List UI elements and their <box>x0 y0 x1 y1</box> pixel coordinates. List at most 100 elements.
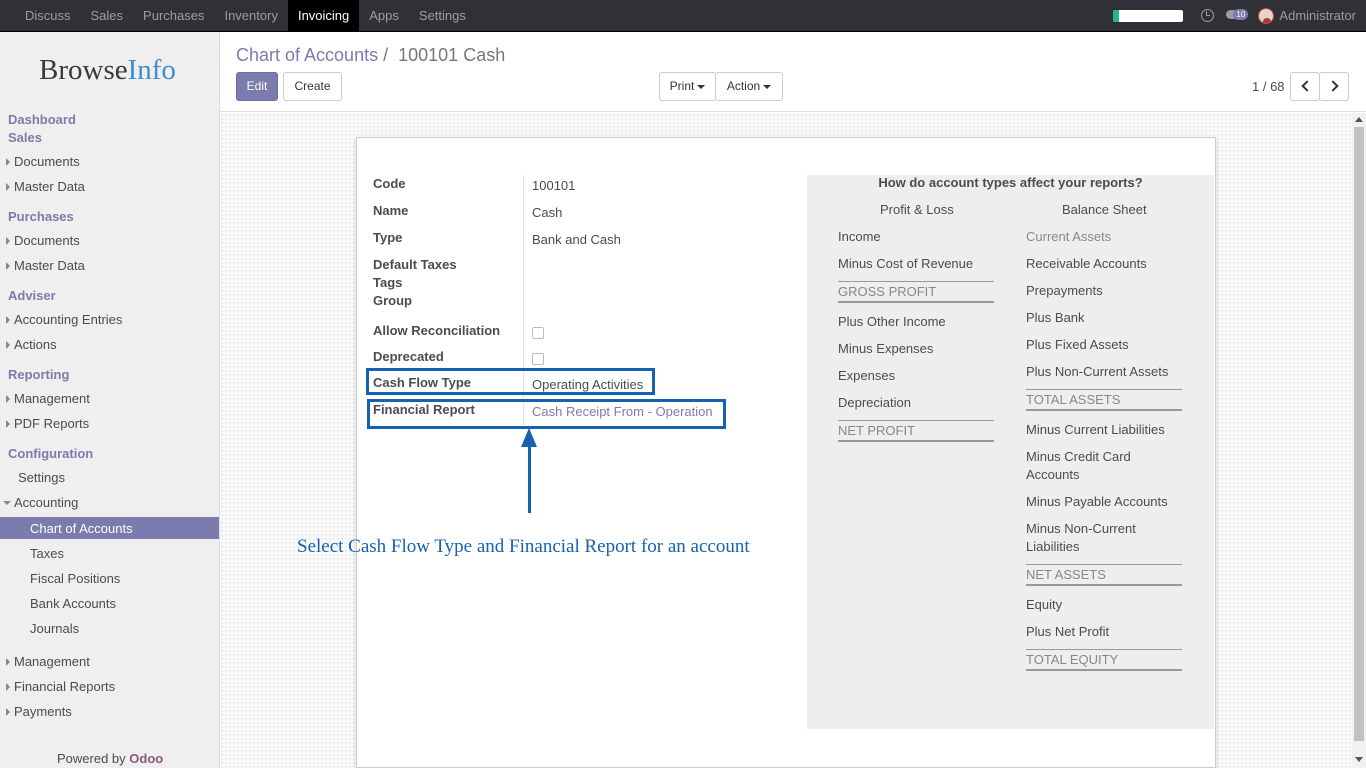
bs-total: TOTAL ASSETS <box>1026 389 1182 411</box>
breadcrumb-parent[interactable]: Chart of Accounts <box>236 45 378 65</box>
top-navbar: Discuss Sales Purchases Inventory Invoic… <box>0 0 1366 32</box>
deprecated-label: Deprecated <box>373 349 444 364</box>
bs-item: Plus Non-Current Assets <box>1026 364 1169 379</box>
user-avatar[interactable] <box>1258 7 1275 24</box>
scroll-down-icon[interactable] <box>1355 757 1363 762</box>
breadcrumb-current: 100101 Cash <box>398 45 506 65</box>
bs-item: Plus Fixed Assets <box>1026 337 1129 352</box>
sidebar-journals[interactable]: Journals <box>30 621 79 636</box>
bs-item: Minus Non-Current <box>1026 521 1136 536</box>
bs-item: Minus Credit Card <box>1026 449 1131 464</box>
tags-label: Tags <box>373 275 403 290</box>
bs-item: Minus Payable Accounts <box>1026 494 1168 509</box>
menu-discuss[interactable]: Discuss <box>15 0 81 31</box>
sidebar-sales-master-data[interactable]: Master Data <box>6 179 85 194</box>
pager-previous-button[interactable] <box>1290 72 1320 101</box>
bs-item: Current Assets <box>1026 229 1112 244</box>
action-dropdown[interactable]: Action <box>715 72 783 101</box>
menu-sales[interactable]: Sales <box>81 0 134 31</box>
onboarding-progress-bar[interactable] <box>1113 9 1184 22</box>
sidebar-taxes[interactable]: Taxes <box>30 546 64 561</box>
sidebar-reporting-management[interactable]: Management <box>6 391 90 406</box>
menu-purchases[interactable]: Purchases <box>133 0 214 31</box>
vertical-scrollbar[interactable] <box>1352 113 1366 768</box>
breadcrumb: Chart of Accounts / 100101 Cash <box>236 45 505 66</box>
sidebar-section-configuration: Configuration <box>8 446 94 461</box>
chat-messages-icon[interactable]: 10 <box>1226 8 1249 23</box>
allow-reconciliation-label: Allow Reconciliation <box>373 323 501 338</box>
profit-loss-header: Profit & Loss <box>880 202 954 217</box>
print-dropdown[interactable]: Print <box>659 72 716 101</box>
scrollbar-thumb[interactable] <box>1354 127 1364 741</box>
sidebar-section-reporting: Reporting <box>8 367 70 382</box>
sidebar-chart-of-accounts[interactable]: Chart of Accounts <box>0 517 219 539</box>
create-button[interactable]: Create <box>283 72 342 101</box>
menu-settings[interactable]: Settings <box>409 0 476 31</box>
sidebar-sales-documents[interactable]: Documents <box>6 154 80 169</box>
user-menu[interactable]: Administrator <box>1279 8 1356 23</box>
sidebar-section-sales[interactable]: Sales <box>8 130 42 145</box>
pl-total: GROSS PROFIT <box>838 281 994 303</box>
chevron-left-icon <box>1300 80 1313 92</box>
activity-clock-icon[interactable] <box>1201 9 1215 22</box>
powered-by: Powered by Odoo <box>57 751 164 766</box>
code-label: Code <box>373 176 406 191</box>
code-value: 100101 <box>532 178 576 193</box>
sidebar-actions[interactable]: Actions <box>6 337 57 352</box>
sidebar-pdf-reports[interactable]: PDF Reports <box>5 416 89 431</box>
type-label: Type <box>373 230 403 245</box>
pl-item: Minus Cost of Revenue <box>838 256 974 271</box>
scroll-up-icon[interactable] <box>1355 117 1363 122</box>
edit-button[interactable]: Edit <box>236 72 278 101</box>
sidebar: BrowseInfo Dashboard Sales Documents Mas… <box>0 32 220 768</box>
annotation-caption: Select Cash Flow Type and Financial Repo… <box>297 536 750 557</box>
sidebar-purchase-documents[interactable]: Documents <box>6 233 80 248</box>
deprecated-checkbox[interactable] <box>532 353 544 365</box>
pl-item: Income <box>838 229 881 244</box>
bs-total: TOTAL EQUITY <box>1026 649 1182 671</box>
progress-fill <box>1113 9 1120 22</box>
sidebar-section-purchases: Purchases <box>8 209 74 224</box>
bs-item: Liabilities <box>1026 539 1080 554</box>
group-label: Group <box>373 293 412 308</box>
sidebar-fiscal-positions[interactable]: Fiscal Positions <box>30 571 120 586</box>
name-value: Cash <box>532 205 563 220</box>
control-panel: Chart of Accounts / 100101 Cash Edit Cre… <box>220 32 1366 112</box>
sidebar-purchase-master-data[interactable]: Master Data <box>6 258 85 273</box>
chevron-right-icon <box>1326 80 1339 92</box>
sidebar-dashboard[interactable]: Dashboard <box>8 112 76 127</box>
sidebar-financial-reports[interactable]: Financial Reports <box>5 679 115 694</box>
bs-item: Accounts <box>1026 467 1080 482</box>
pager-value[interactable]: 1 / 68 <box>1252 79 1285 94</box>
bs-total: NET ASSETS <box>1026 564 1182 586</box>
app-menu: Discuss Sales Purchases Inventory Invoic… <box>15 0 476 31</box>
help-title: How do account types affect your reports… <box>878 175 1143 190</box>
pager-next-button[interactable] <box>1319 72 1349 101</box>
sidebar-accounting[interactable]: Accounting <box>2 495 78 510</box>
sidebar-settings[interactable]: Settings <box>18 470 65 485</box>
cash-flow-highlight-box <box>366 368 655 395</box>
menu-apps[interactable]: Apps <box>359 0 409 31</box>
bs-item: Minus Current Liabilities <box>1026 422 1165 437</box>
allow-reconciliation-checkbox[interactable] <box>532 327 544 339</box>
company-logo: BrowseInfo <box>39 54 176 86</box>
sidebar-payments[interactable]: Payments <box>6 704 72 719</box>
bs-item: Plus Bank <box>1026 310 1085 325</box>
odoo-link[interactable]: Odoo <box>129 751 163 766</box>
annotation-arrow-shaft <box>528 445 531 513</box>
menu-invoicing[interactable]: Invoicing <box>287 0 360 31</box>
menu-inventory[interactable]: Inventory <box>214 0 287 31</box>
pl-item: Minus Expenses <box>838 341 934 356</box>
pl-item: Depreciation <box>838 395 911 410</box>
account-types-help-panel: How do account types affect your reports… <box>807 175 1214 729</box>
sidebar-bank-accounts[interactable]: Bank Accounts <box>30 596 116 611</box>
balance-sheet-header: Balance Sheet <box>1062 202 1147 217</box>
pl-total: NET PROFIT <box>838 420 994 442</box>
sidebar-accounting-entries[interactable]: Accounting Entries <box>5 312 122 327</box>
sidebar-config-management[interactable]: Management <box>6 654 90 669</box>
default-taxes-label: Default Taxes <box>373 257 457 272</box>
bs-item: Plus Net Profit <box>1026 624 1110 639</box>
name-label: Name <box>373 203 409 218</box>
bs-item: Equity <box>1026 597 1063 612</box>
sidebar-section-adviser: Adviser <box>8 288 56 303</box>
